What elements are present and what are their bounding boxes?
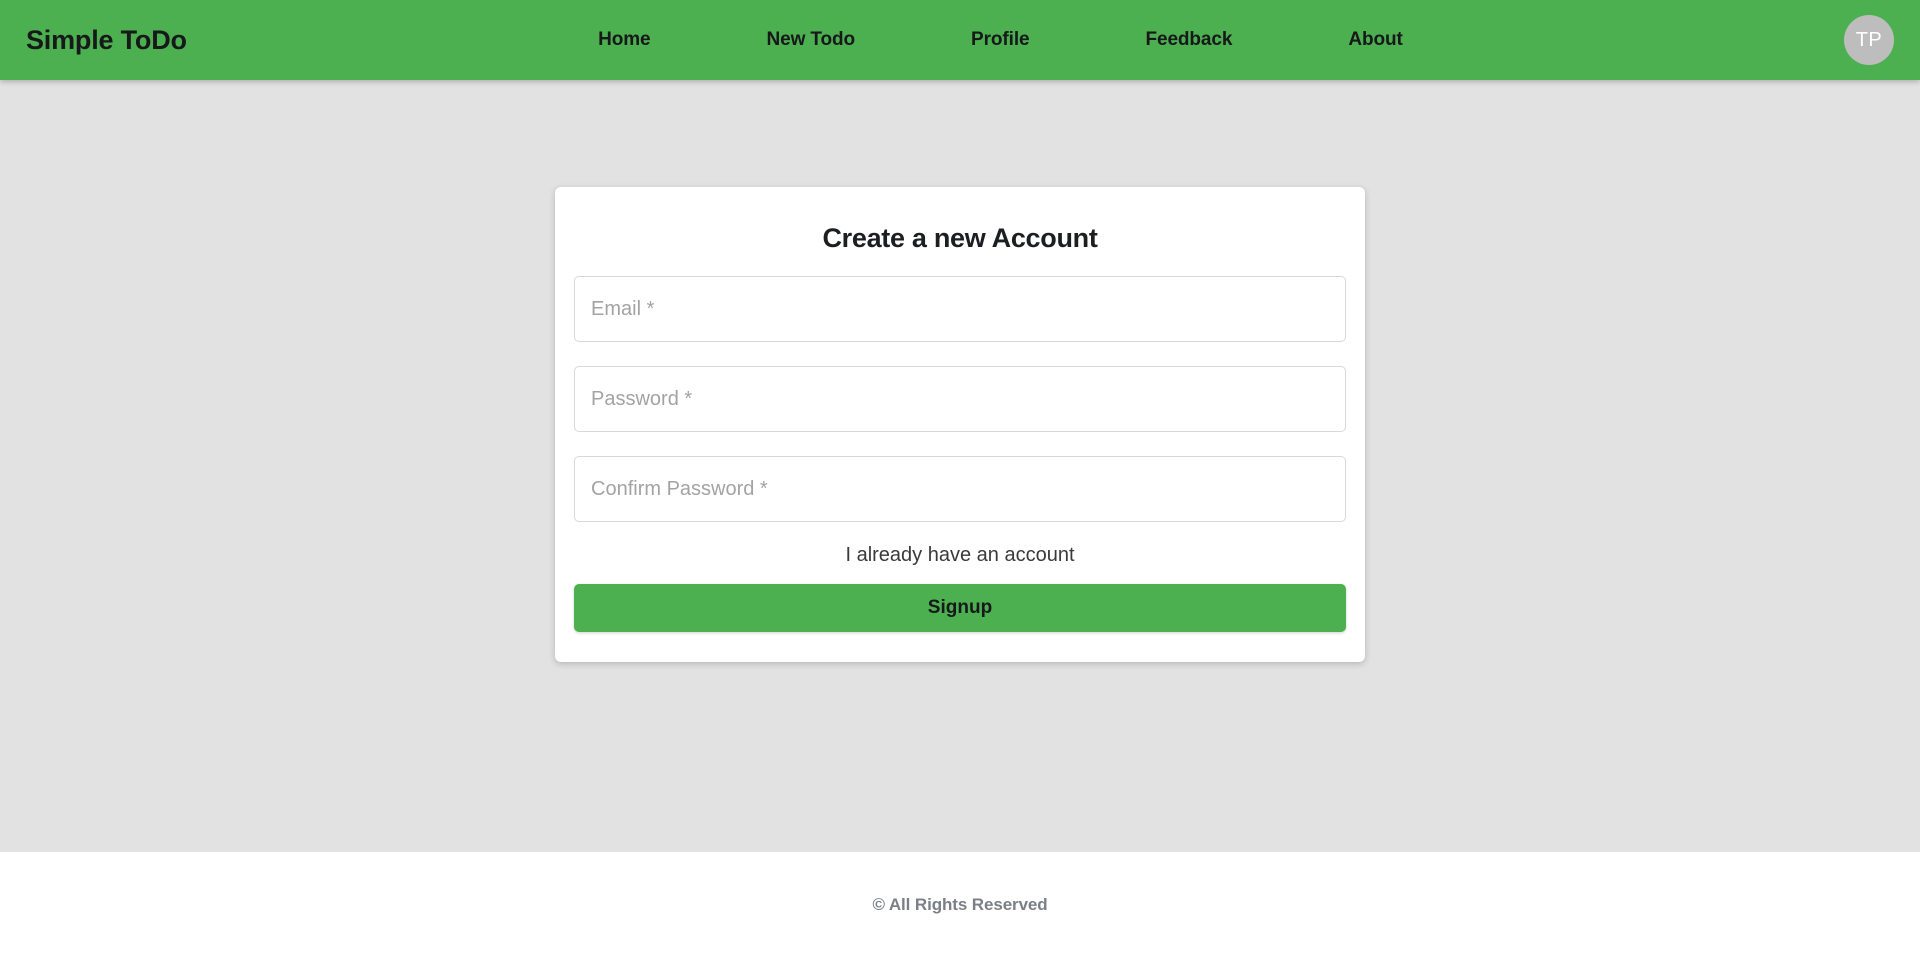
signup-form: I already have an account Signup xyxy=(573,276,1347,632)
nav-link-about[interactable]: About xyxy=(1348,29,1402,51)
main-content: Create a new Account I already have an a… xyxy=(0,80,1920,852)
nav-link-feedback[interactable]: Feedback xyxy=(1145,29,1232,51)
field-spacer xyxy=(574,432,1346,456)
nav-link-home[interactable]: Home xyxy=(598,29,650,51)
signup-button[interactable]: Signup xyxy=(574,584,1346,632)
copyright-text: © All Rights Reserved xyxy=(872,894,1048,914)
main-navigation: Home New Todo Profile Feedback About xyxy=(157,29,1844,51)
nav-link-profile[interactable]: Profile xyxy=(971,29,1030,51)
top-navbar: Simple ToDo Home New Todo Profile Feedba… xyxy=(0,0,1920,80)
page-root: Simple ToDo Home New Todo Profile Feedba… xyxy=(0,0,1920,957)
already-have-account-link[interactable]: I already have an account xyxy=(845,544,1074,566)
page-title: Create a new Account xyxy=(822,223,1098,253)
page-footer: © All Rights Reserved xyxy=(0,852,1920,957)
signup-card: Create a new Account I already have an a… xyxy=(555,187,1365,662)
nav-link-new-todo[interactable]: New Todo xyxy=(766,29,855,51)
already-account-row: I already have an account xyxy=(574,544,1346,567)
confirm-password-field[interactable] xyxy=(574,456,1346,522)
field-spacer xyxy=(574,342,1346,366)
email-field[interactable] xyxy=(574,276,1346,342)
avatar[interactable]: TP xyxy=(1844,15,1894,65)
password-field[interactable] xyxy=(574,366,1346,432)
